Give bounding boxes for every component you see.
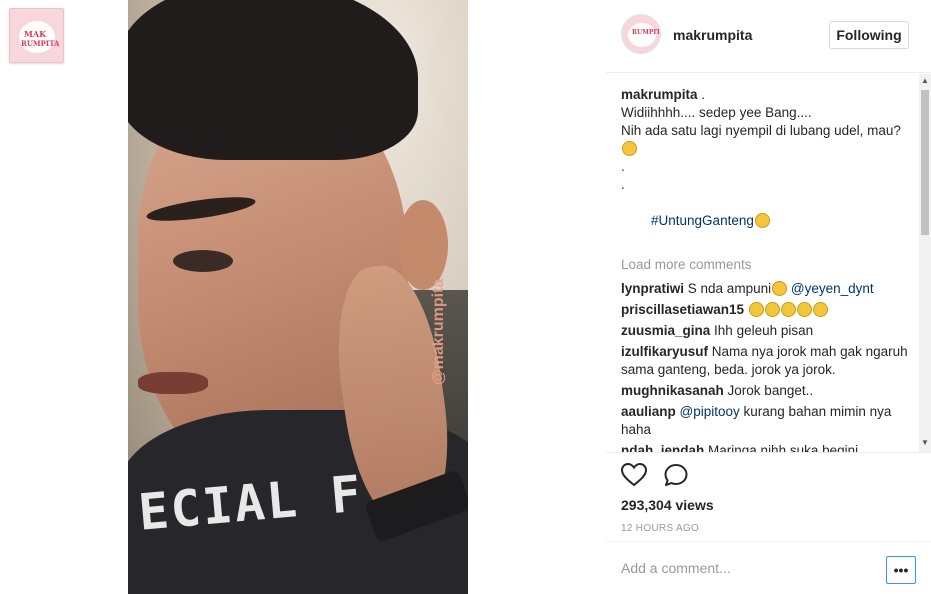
caption-suffix: . <box>697 87 706 102</box>
caption-line-1: Widiihhhh.... sedep yee Bang.... <box>621 105 812 120</box>
comments-list[interactable]: makrumpita . Widiihhhh.... sedep yee Ban… <box>621 86 916 453</box>
comment-username[interactable]: mughnikasanah <box>621 383 724 398</box>
add-comment-section: ••• <box>606 541 931 594</box>
load-more-comments[interactable]: Load more comments <box>621 256 916 274</box>
tired-emoji-icon <box>748 302 764 317</box>
scroll-up-arrow-icon[interactable]: ▲ <box>919 76 931 86</box>
comment-text: Jorok banget.. <box>727 383 814 398</box>
post-video[interactable]: ECIAL FIEL @makrumpita <box>128 0 468 594</box>
more-options-button[interactable]: ••• <box>886 556 916 584</box>
comment-mention[interactable]: @yeyen_dynt <box>791 281 874 296</box>
avatar[interactable]: RUMPITA <box>621 14 661 54</box>
comment-username[interactable]: zuusmia_gina <box>621 323 710 338</box>
caption-hashtag[interactable]: #UntungGanteng <box>651 213 754 228</box>
caption-hashtag-line: #UntungGanteng <box>621 194 916 248</box>
list-item: zuusmia_gina Ihh geleuh pisan <box>621 322 916 340</box>
comment-icon[interactable] <box>663 463 689 487</box>
caption-line-2: Nih ada satu lagi nyempil di lubang udel… <box>621 123 901 138</box>
list-item: izulfikaryusuf Nama nya jorok mah gak ng… <box>621 343 916 379</box>
avatar-text: RUMPITA <box>632 29 661 36</box>
heart-icon[interactable] <box>621 463 647 487</box>
list-item: aaulianp @pipitooy kurang bahan mimin ny… <box>621 403 916 439</box>
video-ear <box>398 200 448 290</box>
following-button[interactable]: Following <box>829 21 909 49</box>
comment-username[interactable]: izulfikaryusuf <box>621 344 708 359</box>
caption-dot-2: . <box>621 177 625 192</box>
post-timestamp[interactable]: 12 HOURS AGO <box>621 523 699 534</box>
list-item: mughnikasanah Jorok banget.. <box>621 382 916 400</box>
video-hair <box>128 0 418 160</box>
brand-logo[interactable]: MAK RUMPITA <box>9 8 64 63</box>
logo-artwork: MAK RUMPITA <box>10 9 63 62</box>
post-header: RUMPITA makrumpita Following <box>606 0 931 73</box>
logo-text-bottom: RUMPITA <box>21 39 60 48</box>
list-item: priscillasetiawan15 <box>621 301 916 319</box>
post-details-panel: RUMPITA makrumpita Following makrumpita … <box>606 0 931 594</box>
relieved-emoji-icon <box>812 302 828 317</box>
tired-emoji-icon <box>780 302 796 317</box>
caption: makrumpita . Widiihhhh.... sedep yee Ban… <box>621 86 916 248</box>
logo-text-top: MAK <box>24 29 47 39</box>
scroll-down-arrow-icon[interactable]: ▼ <box>919 438 931 448</box>
caption-emoji-line <box>621 140 916 158</box>
list-item: lynpratiwi S nda ampuni @yeyen_dynt <box>621 280 916 298</box>
header-username[interactable]: makrumpita <box>673 27 752 43</box>
tired-emoji-icon <box>764 302 780 317</box>
comment-username[interactable]: lynpratiwi <box>621 281 684 296</box>
comment-username[interactable]: aaulianp <box>621 404 676 419</box>
video-mouth <box>138 372 208 394</box>
comment-input[interactable] <box>621 556 871 580</box>
caption-dot-1: . <box>621 159 625 174</box>
grin-emoji-icon <box>622 141 637 156</box>
post-actions: 293,304 views 12 HOURS AGO <box>606 452 931 542</box>
comment-mention[interactable]: @pipitooy <box>680 404 740 419</box>
scrollbar-thumb[interactable] <box>921 90 929 235</box>
grimace-emoji-icon <box>754 213 770 228</box>
video-eye <box>173 250 233 272</box>
caption-username[interactable]: makrumpita <box>621 87 698 102</box>
grimace-emoji-icon <box>772 281 788 296</box>
video-watermark: @makrumpita <box>430 278 447 385</box>
comment-text: S nda ampuni <box>687 281 772 296</box>
comment-username[interactable]: priscillasetiawan15 <box>621 302 744 317</box>
comment-text: Ihh geleuh pisan <box>714 323 814 338</box>
view-count: 293,304 views <box>621 497 714 513</box>
dizzy-emoji-icon <box>796 302 812 317</box>
